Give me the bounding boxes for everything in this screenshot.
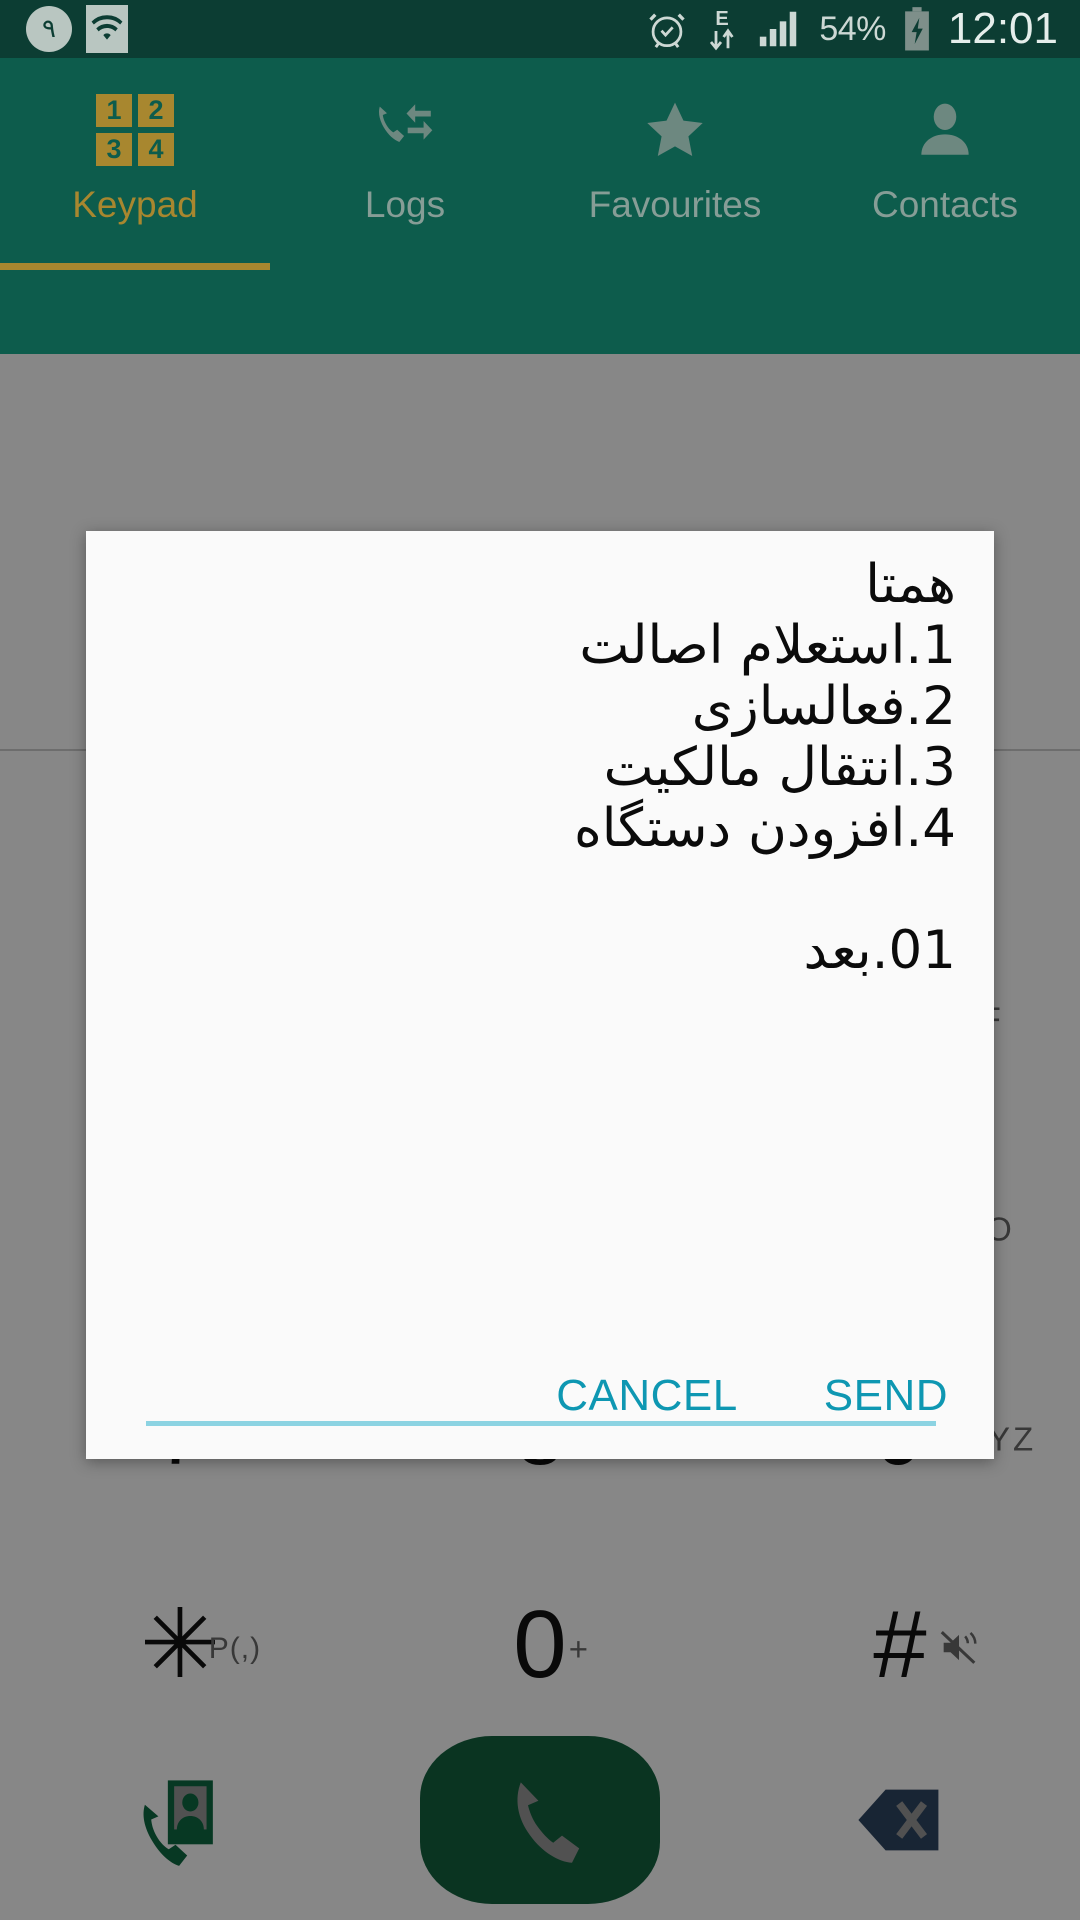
status-bar-left-icons: ۹ [26, 5, 128, 53]
keypad-icon-cell: 4 [138, 133, 174, 166]
star-icon [640, 94, 710, 166]
tab-active-indicator [0, 263, 270, 270]
keypad-grid-icon: 1 2 3 4 [96, 94, 174, 166]
tab-keypad[interactable]: 1 2 3 4 Keypad [0, 58, 270, 354]
cancel-button[interactable]: CANCEL [556, 1371, 738, 1421]
tab-contacts-label: Contacts [871, 184, 1018, 225]
tab-contacts[interactable]: Contacts [810, 58, 1080, 354]
battery-percent-label: 54% [819, 9, 886, 48]
status-bar: ۹ E 54% 12:01 [0, 0, 1080, 58]
tab-favourites-label: Favourites [588, 184, 762, 225]
person-icon [912, 94, 978, 166]
ussd-dialog: همتا 1.استعلام اصالت 2.فعالسازی 3.انتقال… [86, 531, 994, 1459]
tab-logs-label: Logs [364, 184, 446, 225]
tab-logs[interactable]: Logs [270, 58, 540, 354]
keypad-icon-cell: 3 [96, 133, 132, 166]
tab-favourites[interactable]: Favourites [540, 58, 810, 354]
network-edge-icon: E [710, 8, 734, 51]
keypad-icon-cell: 2 [138, 94, 174, 127]
alarm-clock-icon [649, 13, 686, 49]
dialog-button-row: CANCEL SEND [556, 1371, 948, 1421]
wifi-icon [86, 5, 128, 53]
battery-charging-icon [905, 7, 929, 51]
call-logs-icon [369, 94, 441, 166]
signal-bars-icon [760, 11, 797, 47]
phone-dialer-app: ۹ E 54% 12:01 1 2 3 4 Keypad Logs Favour… [0, 0, 1080, 1920]
sim-indicator-icon: ۹ [26, 6, 72, 52]
svg-text:E: E [716, 8, 729, 30]
status-bar-right-icons: E 54% 12:01 [645, 4, 1058, 54]
send-button[interactable]: SEND [824, 1371, 948, 1421]
keypad-icon-cell: 1 [96, 94, 132, 127]
clock-label: 12:01 [947, 4, 1058, 53]
tab-bar: 1 2 3 4 Keypad Logs Favourites Contacts [0, 58, 1080, 354]
tab-keypad-label: Keypad [72, 184, 198, 225]
ussd-message-text: همتا 1.استعلام اصالت 2.فعالسازی 3.انتقال… [573, 554, 956, 981]
